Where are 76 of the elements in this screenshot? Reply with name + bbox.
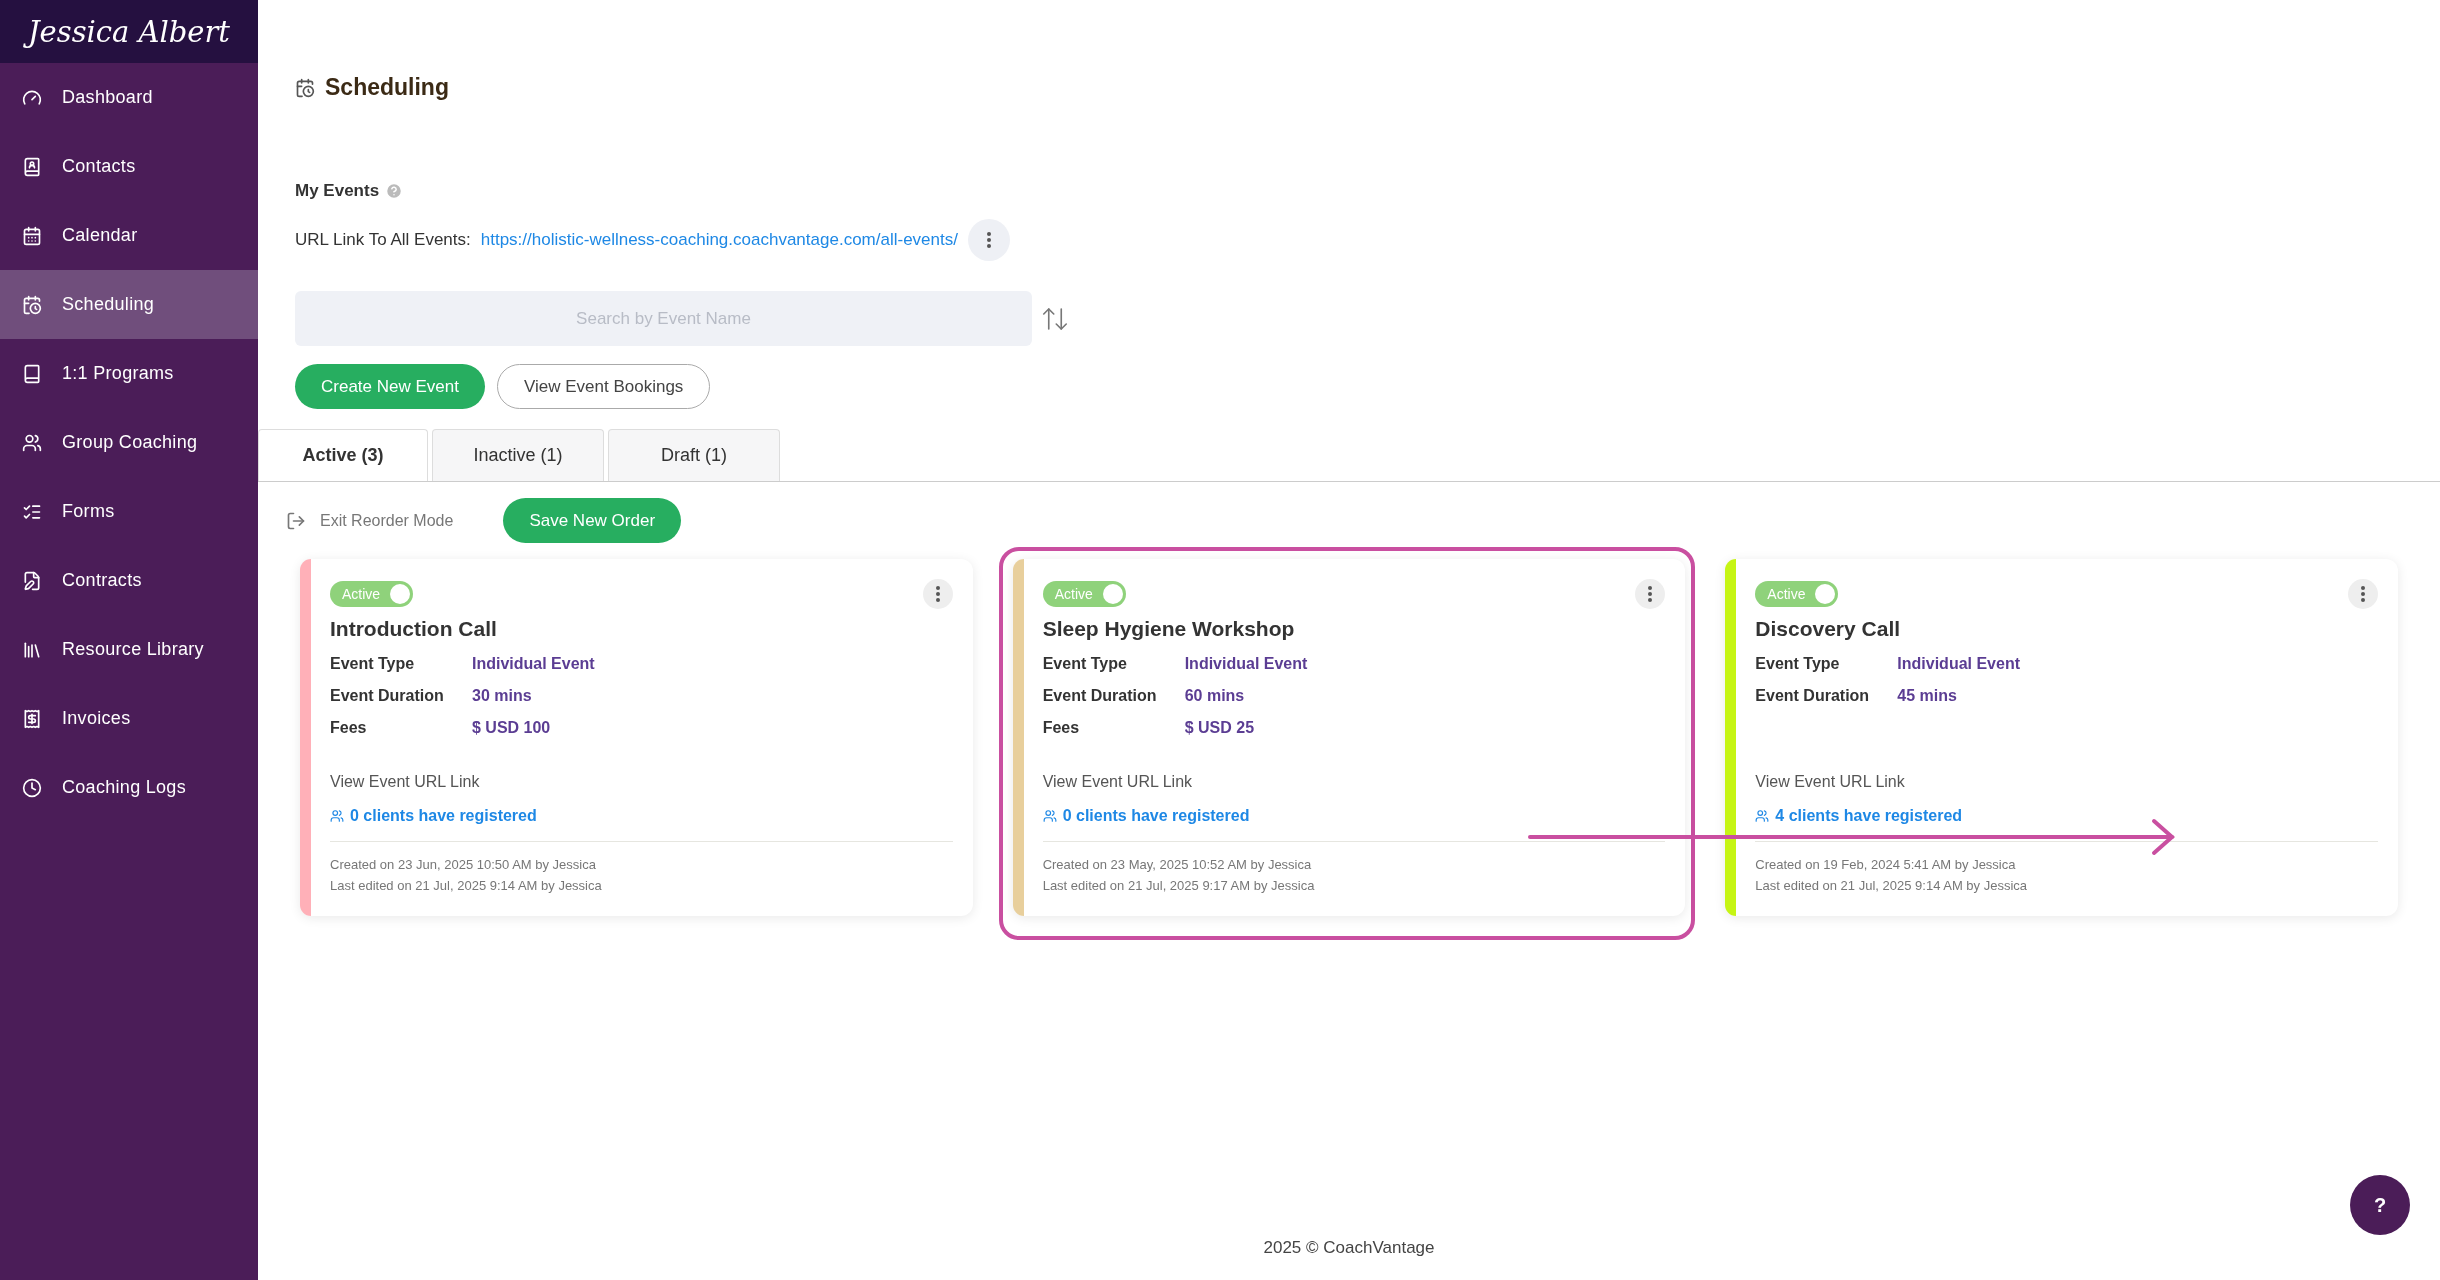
- edited-text: Last edited on 21 Jul, 2025 9:14 AM by Jessica: [1755, 877, 2029, 895]
- sidebar-item[interactable]: Dashboard: [0, 63, 258, 132]
- nav-icon: [22, 777, 42, 798]
- tab[interactable]: Inactive (1): [432, 429, 604, 481]
- edited-text: Last edited on 21 Jul, 2025 9:14 AM by Jessica: [330, 877, 603, 895]
- dots-icon: [986, 232, 991, 248]
- field-label: Event Duration: [1755, 687, 1871, 705]
- nav-icon: [22, 294, 42, 315]
- event-url-link[interactable]: View Event URL Link: [1042, 773, 1666, 791]
- field-value: $ USD 25: [1184, 719, 1256, 737]
- dots-icon: [935, 586, 940, 602]
- field-value: $ USD 100: [472, 719, 552, 737]
- tab[interactable]: Active (3): [258, 429, 428, 481]
- registered-link[interactable]: 4 clients have registered: [1755, 807, 2378, 825]
- url-label: URL Link To All Events:: [295, 230, 471, 250]
- sidebar-item[interactable]: 1:1 Programs: [0, 339, 258, 408]
- event-title: Sleep Hygiene Workshop: [1042, 617, 1296, 641]
- nav-icon: [22, 156, 42, 177]
- sidebar-item[interactable]: Calendar: [0, 201, 258, 270]
- field-label: Event Duration: [330, 687, 445, 705]
- tab[interactable]: Draft (1): [608, 429, 780, 481]
- nav-icon: [22, 225, 42, 246]
- event-title: Discovery Call: [1755, 617, 1902, 641]
- dots-icon: [2361, 586, 2365, 602]
- exit-reorder-link[interactable]: Exit Reorder Mode: [286, 510, 454, 531]
- nav-icon: [22, 432, 42, 453]
- event-card[interactable]: [1725, 559, 2398, 916]
- users-icon: [330, 809, 344, 823]
- exit-icon: [286, 510, 306, 531]
- sidebar-item[interactable]: Contracts: [0, 546, 258, 615]
- sidebar-item[interactable]: Invoices: [0, 684, 258, 753]
- field-label: Fees: [1042, 719, 1081, 737]
- more-button[interactable]: [2348, 579, 2378, 609]
- created-text: Created on 19 Feb, 2024 5:41 AM by Jessica: [1755, 856, 2017, 874]
- help-button[interactable]: ?: [2350, 1175, 2410, 1235]
- sidebar-item[interactable]: Contacts: [0, 132, 258, 201]
- events-url-link[interactable]: https://holistic-wellness-coaching.coachvantage.com/all-events/: [480, 230, 958, 250]
- calendar-clock-icon: [295, 77, 315, 98]
- field-value: 45 mins: [1897, 687, 1958, 705]
- field-label: Event Duration: [1042, 687, 1158, 705]
- logo: Jessica Albert: [0, 0, 258, 63]
- nav-icon: [22, 570, 42, 591]
- sidebar-item[interactable]: Coaching Logs: [0, 753, 258, 822]
- footer-text: 2025 © CoachVantage: [1262, 1238, 1436, 1259]
- more-button[interactable]: [1635, 579, 1666, 609]
- users-icon: [1755, 809, 1770, 823]
- field-label: Event Type: [1042, 655, 1128, 673]
- field-value: Individual Event: [1184, 655, 1309, 673]
- view-bookings-button[interactable]: View Event Bookings: [496, 364, 711, 409]
- sidebar-item[interactable]: Resource Library: [0, 615, 258, 684]
- more-button[interactable]: [922, 579, 953, 609]
- created-text: Created on 23 Jun, 2025 10:50 AM by Jessica: [330, 856, 597, 874]
- field-value: Individual Event: [1897, 655, 2021, 673]
- nav-icon: [22, 363, 42, 384]
- event-url-link[interactable]: View Event URL Link: [330, 773, 953, 791]
- registered-link[interactable]: 0 clients have registered: [1042, 807, 1666, 825]
- field-value: 30 mins: [472, 687, 533, 705]
- event-url-link[interactable]: View Event URL Link: [1755, 773, 2378, 791]
- field-value: 60 mins: [1184, 687, 1246, 705]
- field-value: Individual Event: [472, 655, 596, 673]
- registered-link[interactable]: 0 clients have registered: [330, 807, 953, 825]
- field-label: Event Type: [330, 655, 416, 673]
- section-title: My Events: [295, 181, 380, 201]
- created-text: Created on 23 May, 2025 10:52 AM by Jessica: [1042, 856, 1313, 874]
- sidebar-item[interactable]: Scheduling: [0, 270, 258, 339]
- field-label: Fees: [330, 719, 368, 737]
- edited-text: Last edited on 21 Jul, 2025 9:17 AM by Jessica: [1042, 877, 1316, 895]
- field-label: Event Type: [1755, 655, 1841, 673]
- sidebar-item[interactable]: Group Coaching: [0, 408, 258, 477]
- page-title: Scheduling: [325, 74, 449, 101]
- nav-icon: [22, 708, 42, 729]
- users-icon: [1042, 809, 1057, 823]
- dots-icon: [1648, 586, 1653, 602]
- sidebar-item[interactable]: Forms: [0, 477, 258, 546]
- event-card[interactable]: [300, 559, 973, 916]
- event-title: Introduction Call: [330, 617, 498, 641]
